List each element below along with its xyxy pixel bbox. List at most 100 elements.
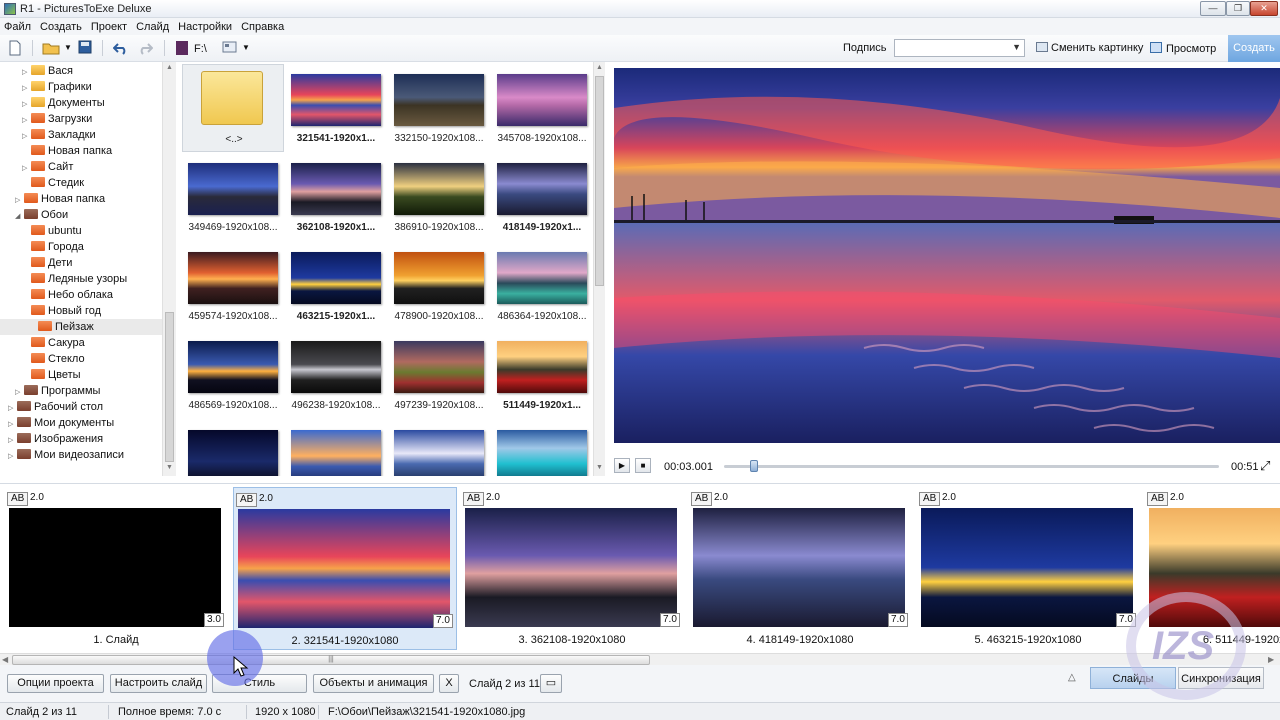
file-item[interactable] xyxy=(285,420,387,476)
tree-item[interactable]: ▷ Рабочий стол xyxy=(8,399,103,415)
timeline-knob[interactable] xyxy=(749,460,758,472)
tree-item[interactable]: ▷ Изображения xyxy=(8,431,103,447)
scroll-right-icon[interactable]: ▶ xyxy=(1268,655,1274,664)
parent-folder-item[interactable]: <..> xyxy=(182,64,284,152)
transition-icon[interactable]: AB xyxy=(7,492,29,506)
tree-item[interactable]: ▷ Графики xyxy=(22,79,92,95)
tree-scrollbar[interactable]: ▲ ▼ xyxy=(162,62,176,476)
remove-slide-button[interactable]: X xyxy=(439,674,459,693)
slide-thumbnail[interactable] xyxy=(9,508,221,627)
transition-icon[interactable]: AB xyxy=(236,493,258,507)
scroll-up-icon[interactable]: ▲ xyxy=(166,64,173,71)
tree-item[interactable]: ◢ Обои xyxy=(15,207,68,223)
file-item[interactable]: 362108-1920x1... xyxy=(285,153,387,241)
tree-item[interactable]: Стедик xyxy=(22,175,84,191)
project-options-button[interactable]: Опции проекта xyxy=(7,674,104,693)
slide-item[interactable]: AB 2.0 7.0 2. 321541-1920x1080 xyxy=(233,487,457,650)
file-item[interactable]: 496238-1920x108... xyxy=(285,331,387,419)
scroll-up-icon[interactable]: ▲ xyxy=(596,64,603,71)
expand-icon[interactable]: ▷ xyxy=(8,449,17,465)
tree-item[interactable]: ▷ Новая папка xyxy=(15,191,105,207)
file-item[interactable]: 386910-1920x108... xyxy=(388,153,490,241)
slide-thumbnail[interactable] xyxy=(465,508,677,627)
menu-help[interactable]: Справка xyxy=(241,21,284,33)
tree-item[interactable]: Пейзаж xyxy=(0,319,162,335)
tree-item[interactable]: ▷ Сайт xyxy=(22,159,73,175)
fullscreen-icon[interactable]: ⤢ xyxy=(1260,458,1270,474)
browser-scrollbar[interactable]: ▲ ▼ xyxy=(593,62,605,476)
slide-scroll-thumb[interactable]: ||| xyxy=(12,655,650,665)
tree-item[interactable]: Цветы xyxy=(22,367,81,383)
undo-icon[interactable] xyxy=(113,40,129,56)
file-item[interactable]: 349469-1920x108... xyxy=(182,153,284,241)
slide-item[interactable]: AB 2.0 7.0 3. 362108-1920x1080 xyxy=(461,487,685,650)
file-item[interactable]: 486569-1920x108... xyxy=(182,331,284,419)
tree-item[interactable]: Небо облака xyxy=(22,287,113,303)
file-item[interactable]: 418149-1920x1... xyxy=(491,153,593,241)
view-dropdown-icon[interactable]: ▼ xyxy=(242,43,250,52)
menu-slide[interactable]: Слайд xyxy=(136,21,169,33)
play-icon[interactable]: ▶ xyxy=(614,458,630,473)
slide-preview[interactable] xyxy=(614,68,1280,443)
caption-field[interactable]: ▼ xyxy=(894,39,1025,57)
transition-icon[interactable]: AB xyxy=(919,492,941,506)
tree-item[interactable]: Ледяные узоры xyxy=(22,271,127,287)
tree-item[interactable]: ▷ Программы xyxy=(15,383,100,399)
collapse-icon[interactable]: △ xyxy=(1068,672,1076,683)
minimize-button[interactable]: — xyxy=(1200,1,1226,16)
close-button[interactable]: ✕ xyxy=(1250,1,1278,16)
menu-project[interactable]: Проект xyxy=(91,21,127,33)
slide-duration[interactable]: 7.0 xyxy=(888,613,908,627)
create-button[interactable]: Создать xyxy=(1228,35,1280,62)
slide-duration[interactable]: 7.0 xyxy=(660,613,680,627)
menu-settings[interactable]: Настройки xyxy=(178,21,232,33)
file-item[interactable]: 463215-1920x1... xyxy=(285,242,387,330)
slide-item[interactable]: AB 2.0 3.0 1. Слайд xyxy=(5,487,229,650)
project-icon[interactable] xyxy=(176,41,188,55)
slide-item[interactable]: AB 2.0 7.0 4. 418149-1920x1080 xyxy=(689,487,913,650)
new-file-icon[interactable] xyxy=(8,40,22,56)
file-item[interactable]: 332150-1920x108... xyxy=(388,64,490,152)
transition-icon[interactable]: AB xyxy=(463,492,485,506)
tree-item[interactable]: ▷ Мои видеозаписи xyxy=(8,447,124,463)
stop-icon[interactable]: ■ xyxy=(635,458,651,473)
browser-scroll-thumb[interactable] xyxy=(595,76,604,286)
preview-button[interactable]: Просмотр xyxy=(1150,42,1216,55)
file-item[interactable]: 511449-1920x1... xyxy=(491,331,593,419)
tree-item[interactable]: Новый год xyxy=(22,303,101,319)
redo-icon[interactable] xyxy=(137,40,153,56)
objects-animation-button[interactable]: Объекты и анимация xyxy=(313,674,434,693)
tree-item[interactable]: Дети xyxy=(22,255,72,271)
slide-thumbnail[interactable] xyxy=(238,509,450,628)
caption-dropdown-icon[interactable]: ▼ xyxy=(1012,42,1021,52)
tree-item[interactable]: ▷ Закладки xyxy=(22,127,96,143)
file-item[interactable]: 478900-1920x108... xyxy=(388,242,490,330)
tree-item[interactable]: Города xyxy=(22,239,84,255)
tree-scroll-thumb[interactable] xyxy=(165,312,174,462)
maximize-button[interactable]: ❐ xyxy=(1226,1,1250,16)
change-picture-button[interactable]: Сменить картинку xyxy=(1036,42,1143,54)
file-item[interactable] xyxy=(491,420,593,476)
path-label[interactable]: F:\ xyxy=(194,43,207,55)
scroll-down-icon[interactable]: ▼ xyxy=(166,464,173,471)
tree-item[interactable]: ▷ Документы xyxy=(22,95,105,111)
timeline-track[interactable] xyxy=(724,465,1219,468)
file-item[interactable]: 321541-1920x1... xyxy=(285,64,387,152)
slide-duration[interactable]: 3.0 xyxy=(204,613,224,627)
file-item[interactable] xyxy=(388,420,490,476)
tree-item[interactable]: Стекло xyxy=(22,351,85,367)
file-item[interactable]: 345708-1920x108... xyxy=(491,64,593,152)
tree-item[interactable]: Сакура xyxy=(22,335,85,351)
slide-duration[interactable]: 7.0 xyxy=(433,614,453,628)
customize-slide-button[interactable]: Настроить слайд xyxy=(110,674,207,693)
slide-thumbnail[interactable] xyxy=(921,508,1133,627)
file-item[interactable]: 497239-1920x108... xyxy=(388,331,490,419)
file-item[interactable]: 459574-1920x108... xyxy=(182,242,284,330)
slide-thumbnail[interactable] xyxy=(693,508,905,627)
tree-item[interactable]: ▷ Вася xyxy=(22,63,73,79)
file-item[interactable]: 486364-1920x108... xyxy=(491,242,593,330)
slide-list-view-icon[interactable]: ▭ xyxy=(540,674,562,693)
menu-file[interactable]: Файл xyxy=(4,21,31,33)
slide-item[interactable]: AB 2.0 7.0 5. 463215-1920x1080 xyxy=(917,487,1141,650)
view-mode-icon[interactable] xyxy=(222,40,238,56)
